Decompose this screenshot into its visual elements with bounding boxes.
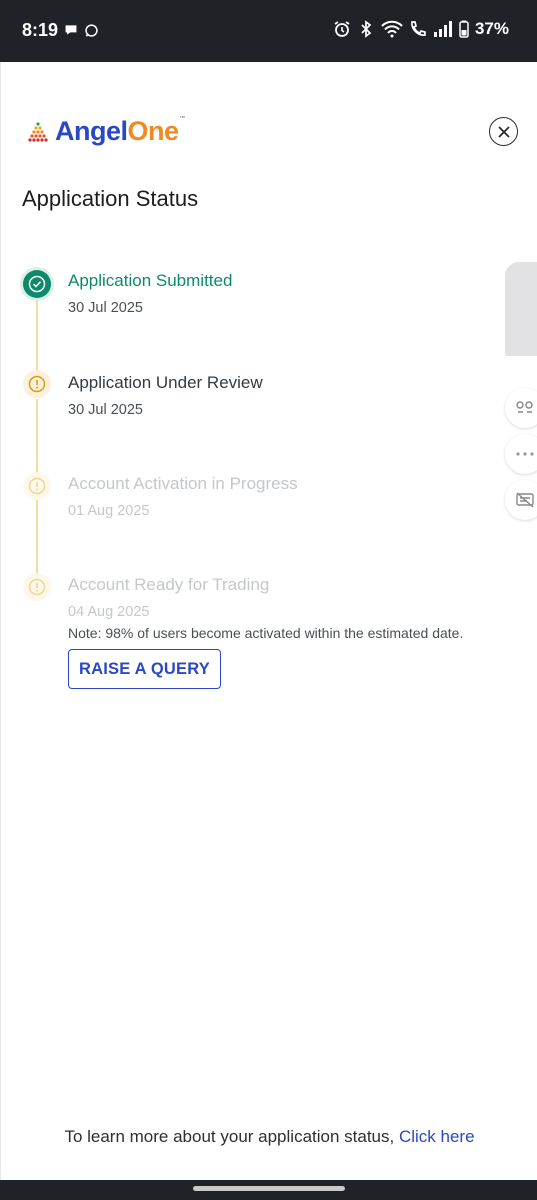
wifi-icon (381, 20, 403, 38)
warning-circle-icon (28, 578, 46, 596)
step-title: Application Under Review (68, 373, 263, 392)
floating-tools-button[interactable] (505, 388, 537, 428)
message-off-icon (516, 492, 534, 508)
step-date: 30 Jul 2025 (68, 300, 143, 316)
step-active-indicator (23, 370, 51, 398)
angel-one-logo-mark-icon (28, 121, 48, 142)
floating-hide-button[interactable] (505, 480, 537, 520)
status-bar: 8:19 37% (0, 0, 537, 62)
signal-icon (433, 21, 452, 37)
activation-note: Note: 98% of users become activated with… (68, 625, 464, 641)
footer-info: To learn more about your application sta… (1, 1127, 537, 1147)
logo-text-angel: Angel (55, 116, 128, 146)
floating-side-panel[interactable] (505, 262, 537, 356)
puzzle-icon (516, 401, 533, 413)
step-title: Account Ready for Trading (68, 575, 270, 594)
floating-more-button[interactable] (505, 434, 537, 474)
battery-percent: 37% (474, 19, 509, 38)
step-pending-indicator (23, 573, 51, 601)
check-circle-icon (28, 275, 46, 293)
close-icon (497, 125, 510, 138)
step-title: Account Activation in Progress (68, 474, 298, 493)
step-done-indicator (23, 270, 51, 298)
raise-query-button[interactable]: RAISE A QUERY (68, 649, 221, 689)
more-dots-icon (516, 452, 534, 456)
wifi-call-icon (411, 21, 426, 36)
logo-text-one: One (127, 116, 180, 146)
alarm-icon (334, 21, 350, 37)
click-here-link[interactable]: Click here (399, 1127, 475, 1146)
bluetooth-icon (361, 20, 372, 38)
whatsapp-icon (85, 24, 98, 37)
home-gesture-handle[interactable] (193, 1186, 345, 1191)
chat-bubble-icon (65, 25, 77, 35)
application-status-screen: AngelOne™ Application Status Application… (0, 62, 537, 1180)
navigation-bar (0, 1180, 537, 1200)
page-title: Application Status (22, 186, 199, 211)
logo-trademark: ™ (179, 116, 186, 122)
angel-one-logo: AngelOne™ (25, 116, 185, 147)
footer-text: To learn more about your application sta… (64, 1127, 399, 1146)
status-time: 8:19 (22, 20, 59, 40)
battery-icon (459, 20, 469, 38)
step-title: Application Submitted (68, 271, 233, 290)
warning-circle-icon (28, 375, 46, 393)
step-date: 30 Jul 2025 (68, 402, 143, 418)
step-date: 04 Aug 2025 (68, 604, 150, 620)
step-pending-indicator (23, 472, 51, 500)
warning-circle-icon (28, 477, 46, 495)
close-button[interactable] (489, 117, 518, 146)
step-date: 01 Aug 2025 (68, 503, 150, 519)
